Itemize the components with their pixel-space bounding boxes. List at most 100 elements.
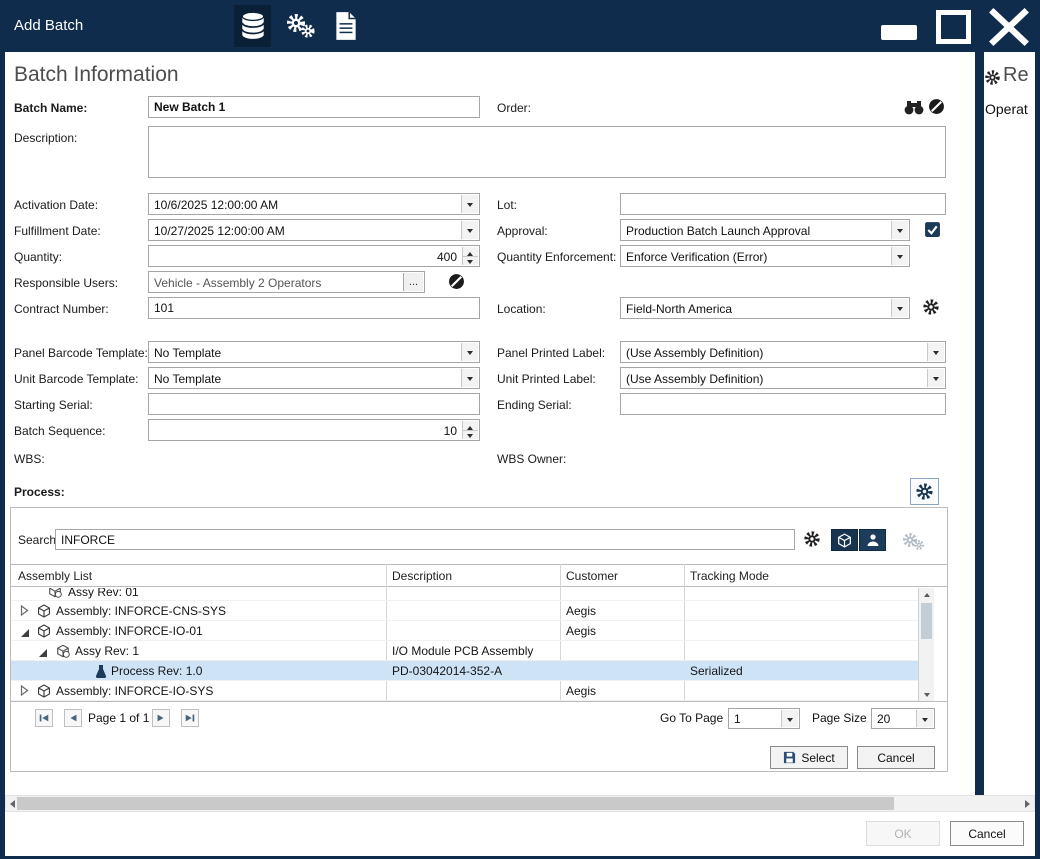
close-button[interactable] [986,6,1032,53]
process-settings-button[interactable] [910,478,939,505]
starting-serial-label: Starting Serial: [14,398,93,412]
approval-check-icon[interactable] [924,221,941,238]
location-label: Location: [497,302,546,316]
chevron-down-icon[interactable] [891,247,908,265]
starting-serial-input[interactable] [148,393,480,415]
spin-down-icon[interactable] [463,257,478,266]
assembly-rev-icon [48,588,62,601]
lot-input[interactable] [620,193,946,215]
batch-name-input[interactable] [148,96,480,118]
column-customer[interactable]: Customer [566,569,618,583]
unit-printed-label-combo[interactable]: (Use Assembly Definition) [620,367,946,389]
scrollbar-thumb[interactable] [17,797,894,810]
quantity-stepper[interactable]: 400 [148,245,480,267]
gears-icon[interactable] [283,11,317,41]
database-icon[interactable] [234,5,271,47]
first-page-button[interactable] [35,709,53,727]
expander-collapsed-icon[interactable] [20,604,29,620]
page-indicator: Page 1 of 1 [88,711,149,725]
description-input[interactable] [148,126,946,178]
assembly-view-toggle-button[interactable] [831,529,858,551]
fulfillment-date-label: Fulfillment Date: [14,224,101,238]
operations-icon [984,69,1001,86]
operator-view-toggle-button[interactable] [859,529,886,551]
lot-label: Lot: [497,198,517,212]
table-row[interactable]: Assembly: INFORCE-IO-01 Aegis [11,621,918,641]
go-to-page-combo[interactable]: 1 [728,708,800,729]
select-button[interactable]: Select [770,746,848,769]
batch-sequence-stepper[interactable]: 10 [148,419,480,441]
location-gear-icon[interactable] [922,298,940,316]
panel-printed-label-combo[interactable]: (Use Assembly Definition) [620,341,946,363]
activation-date-combo[interactable]: 10/6/2025 12:00:00 AM [148,193,480,215]
maximize-button[interactable] [936,10,971,44]
expander-expanded-icon[interactable] [20,627,30,641]
process-label: Process: [14,485,65,499]
table-row[interactable]: Assembly: INFORCE-IO-SYS Aegis [11,681,918,701]
page-title: Batch Information [14,63,179,87]
browse-button[interactable]: ... [403,273,423,291]
unit-barcode-template-combo[interactable]: No Template [148,367,480,389]
chevron-down-icon[interactable] [927,343,944,361]
scroll-down-icon[interactable] [919,688,934,701]
panel-barcode-template-combo[interactable]: No Template [148,341,480,363]
chevron-down-icon[interactable] [461,369,478,387]
chevron-down-icon[interactable] [461,195,478,213]
spin-up-icon[interactable] [463,421,478,431]
spinner-buttons[interactable] [462,247,478,265]
chevron-down-icon[interactable] [781,710,798,727]
column-description[interactable]: Description [392,569,452,583]
chevron-down-icon[interactable] [927,369,944,387]
horizontal-scrollbar[interactable] [5,795,1035,812]
search-settings-gear-icon[interactable] [803,530,821,548]
spinner-buttons[interactable] [462,421,478,439]
batch-sequence-label: Batch Sequence: [14,424,105,438]
responsible-users-clear-icon[interactable] [448,273,465,290]
chevron-down-icon[interactable] [891,221,908,239]
panel-cancel-button[interactable]: Cancel [857,746,935,769]
quantity-enforcement-label: Quantity Enforcement: [497,250,616,264]
ending-serial-input[interactable] [620,393,946,415]
search-input[interactable] [55,529,795,550]
chevron-down-icon[interactable] [461,221,478,239]
column-assembly-list[interactable]: Assembly List [18,569,92,583]
responsible-users-field[interactable]: Vehicle - Assembly 2 Operators ... [148,271,425,293]
scroll-right-icon[interactable] [1022,796,1034,811]
approval-combo[interactable]: Production Batch Launch Approval [620,219,910,241]
order-search-binoculars-icon[interactable] [903,100,925,115]
pagination-bar: Page 1 of 1 Go To Page 1 Page Size 20 [11,708,947,728]
order-clear-icon[interactable] [928,98,945,115]
chevron-down-icon[interactable] [891,299,908,317]
table-row[interactable]: Assy Rev: 1 I/O Module PCB Assembly [11,641,918,661]
spin-down-icon[interactable] [463,431,478,440]
gears-icon-glyph [284,12,316,40]
quantity-enforcement-combo[interactable]: Enforce Verification (Error) [620,245,910,267]
column-tracking-mode[interactable]: Tracking Mode [690,569,769,583]
table-scrollbar[interactable] [918,588,934,701]
document-icon[interactable] [332,10,360,42]
last-page-button[interactable] [181,709,199,727]
fulfillment-date-combo[interactable]: 10/27/2025 12:00:00 AM [148,219,480,241]
panel-printed-label-label: Panel Printed Label: [497,346,605,360]
chevron-down-icon[interactable] [916,710,933,727]
table-row[interactable]: Assembly: INFORCE-CNS-SYS Aegis [11,601,918,621]
cancel-button[interactable]: Cancel [950,821,1024,846]
expander-expanded-icon[interactable] [38,647,48,661]
scroll-up-icon[interactable] [919,588,934,601]
next-page-button[interactable] [152,709,170,727]
search-label: Search: [18,533,59,547]
scrollbar-thumb[interactable] [921,603,932,639]
expander-collapsed-icon[interactable] [20,684,29,700]
minimize-button[interactable] [881,25,917,40]
table-row[interactable]: Assy Rev: 01 [11,588,918,601]
page-size-combo[interactable]: 20 [871,708,935,729]
contract-number-input[interactable] [148,297,480,319]
previous-page-button[interactable] [64,709,82,727]
assembly-tree[interactable]: Assy Rev: 01 Assembly: INFORCE-CNS-SYS A… [11,588,918,701]
first-page-icon [38,712,50,724]
location-combo[interactable]: Field-North America [620,297,910,319]
spin-up-icon[interactable] [463,247,478,257]
table-row-selected[interactable]: Process Rev: 1.0 PD-03042014-352-A Seria… [11,661,918,681]
ok-button[interactable]: OK [866,821,940,846]
chevron-down-icon[interactable] [461,343,478,361]
